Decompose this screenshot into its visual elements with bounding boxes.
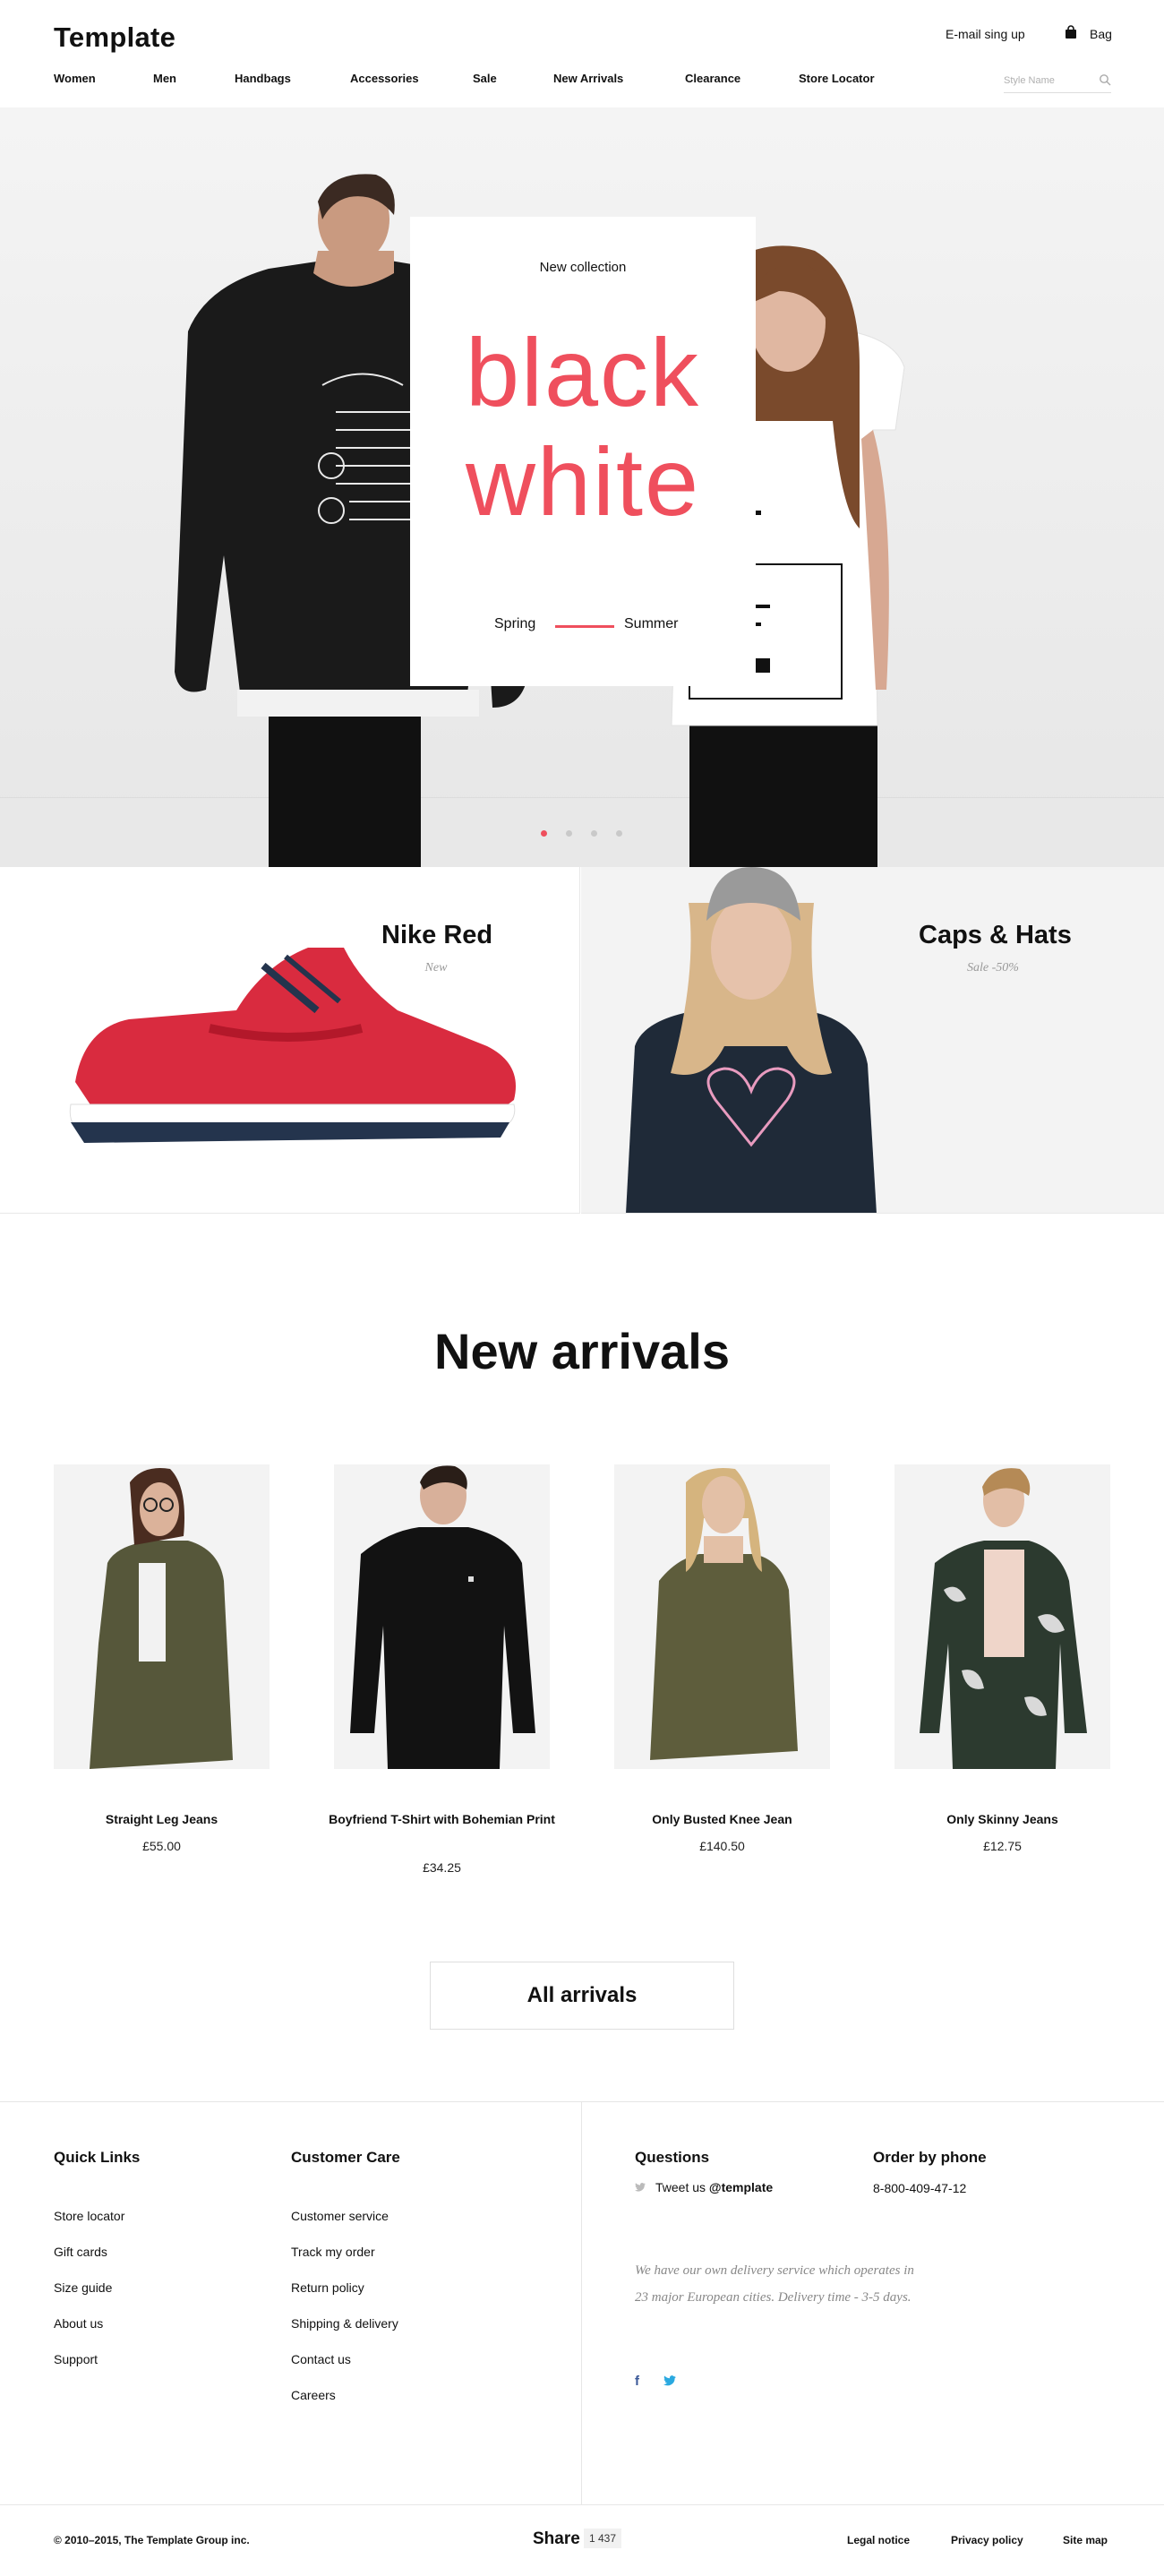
footer-heading-order-by-phone: Order by phone	[873, 2149, 987, 2166]
hero-season-right: Summer	[624, 616, 679, 631]
hero-banner[interactable]: New collection black white Spring Summer	[0, 107, 1164, 867]
bag-link[interactable]: Bag	[1090, 27, 1112, 41]
bag-icon[interactable]	[1065, 25, 1077, 39]
hero-divider	[555, 625, 614, 628]
footer-link-contact-us[interactable]: Contact us	[291, 2352, 351, 2366]
product-photo-2	[350, 1465, 535, 1769]
footer	[0, 2101, 1164, 2504]
product-name[interactable]: Straight Leg Jeans	[36, 1808, 287, 1830]
email-signup-link[interactable]: E-mail sing up	[946, 27, 1025, 41]
footer-heading-questions: Questions	[635, 2149, 710, 2166]
promo-caps-hats[interactable]: Caps & Hats Sale -50%	[581, 867, 1164, 1214]
legal-notice-link[interactable]: Legal notice	[847, 2534, 910, 2546]
twitter-share-icon[interactable]	[663, 2375, 676, 2386]
promo-title-caps-hats: Caps & Hats	[919, 921, 1072, 949]
product-image[interactable]	[894, 1464, 1110, 1769]
main-nav: Women Men Handbags Accessories Sale New …	[0, 72, 1164, 90]
promo-title-nike-red: Nike Red	[381, 921, 493, 949]
product-name[interactable]: Only Busted Knee Jean	[596, 1808, 848, 1830]
product-price: £34.25	[423, 1860, 461, 1875]
footer-link-careers[interactable]: Careers	[291, 2388, 336, 2402]
nav-item-women[interactable]: Women	[54, 72, 96, 85]
hero-season-left: Spring	[494, 616, 536, 631]
slider-dots	[541, 830, 630, 839]
product-image[interactable]	[54, 1464, 270, 1769]
site-logo[interactable]: Template	[54, 21, 175, 54]
slider-dot-2[interactable]	[566, 830, 572, 837]
nav-item-clearance[interactable]: Clearance	[685, 72, 740, 85]
hero-headline-line2: white	[465, 427, 701, 536]
product-image[interactable]	[334, 1464, 550, 1769]
privacy-policy-link[interactable]: Privacy policy	[951, 2534, 1023, 2546]
footer-link-size-guide[interactable]: Size guide	[54, 2280, 112, 2295]
slider-dot-4[interactable]	[616, 830, 622, 837]
tweet-us-link[interactable]: Tweet us @template	[655, 2180, 773, 2194]
hero-collection-card: New collection black white Spring Summer	[410, 217, 756, 686]
product-name[interactable]: Boyfriend T-Shirt with Bohemian Print	[316, 1808, 568, 1830]
product-photo-3	[650, 1468, 798, 1760]
slider-dot-1[interactable]	[541, 830, 547, 837]
footer-link-return-policy[interactable]: Return policy	[291, 2280, 364, 2295]
product-price: £12.75	[983, 1839, 1022, 1853]
hero-headline-line1: black	[465, 318, 701, 426]
footer-divider	[581, 2101, 582, 2504]
hero-kicker: New collection	[539, 260, 627, 275]
nav-item-accessories[interactable]: Accessories	[350, 72, 419, 85]
footer-link-gift-cards[interactable]: Gift cards	[54, 2245, 107, 2259]
nav-item-men[interactable]: Men	[153, 72, 176, 85]
site-header: Template E-mail sing up Bag Women Men Ha…	[0, 0, 1164, 107]
phone-number[interactable]: 8-800-409-47-12	[873, 2181, 966, 2195]
promo-nike-red[interactable]: Nike Red New	[0, 867, 580, 1214]
site-map-link[interactable]: Site map	[1063, 2534, 1108, 2546]
product-image[interactable]	[614, 1464, 830, 1769]
twitter-handle: @template	[708, 2180, 774, 2194]
facebook-icon[interactable]: f	[635, 2374, 639, 2389]
footer-link-customer-service[interactable]: Customer service	[291, 2209, 389, 2223]
cap-girl-photo	[626, 867, 877, 1213]
search-box	[1004, 68, 1111, 93]
footer-heading-quick-links: Quick Links	[54, 2149, 141, 2166]
share-label[interactable]: Share	[533, 2529, 580, 2549]
footer-link-track-order[interactable]: Track my order	[291, 2245, 375, 2259]
product-price: £55.00	[142, 1839, 181, 1853]
product-price: £140.50	[699, 1839, 745, 1853]
product-photo-4	[920, 1468, 1087, 1769]
product-photo-1	[90, 1468, 233, 1769]
all-arrivals-button[interactable]: All arrivals	[430, 1962, 734, 2030]
copyright: © 2010–2015, The Template Group inc.	[54, 2534, 250, 2546]
tweet-us-label: Tweet us	[655, 2180, 706, 2194]
search-input[interactable]	[1004, 72, 1093, 90]
twitter-icon	[635, 2183, 646, 2192]
section-title-new-arrivals: New arrivals	[434, 1323, 730, 1379]
nav-item-sale[interactable]: Sale	[473, 72, 497, 85]
nav-item-store-locator[interactable]: Store Locator	[799, 72, 875, 85]
nav-item-handbags[interactable]: Handbags	[235, 72, 291, 85]
share-count: 1 437	[584, 2529, 622, 2548]
promo-sub-caps-hats: Sale -50%	[967, 961, 1019, 975]
nav-item-new-arrivals[interactable]: New Arrivals	[553, 72, 623, 85]
search-icon[interactable]	[1099, 73, 1111, 86]
promo-sub-nike-red: New	[424, 961, 448, 975]
footer-heading-customer-care: Customer Care	[291, 2149, 400, 2166]
delivery-info: We have our own delivery service which o…	[635, 2263, 914, 2305]
footer-link-shipping-delivery[interactable]: Shipping & delivery	[291, 2316, 398, 2331]
footer-link-about-us[interactable]: About us	[54, 2316, 103, 2331]
slider-dot-3[interactable]	[591, 830, 597, 837]
product-name[interactable]: Only Skinny Jeans	[877, 1808, 1128, 1830]
footer-link-store-locator[interactable]: Store locator	[54, 2209, 124, 2223]
footer-link-support[interactable]: Support	[54, 2352, 98, 2366]
